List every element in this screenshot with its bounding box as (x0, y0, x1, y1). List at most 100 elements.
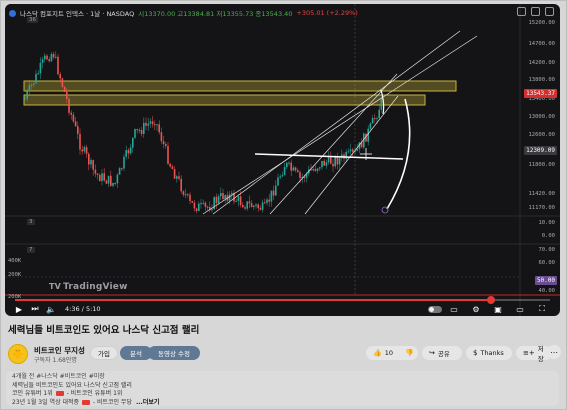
restore-pane-icon[interactable] (531, 7, 540, 16)
maximize-pane-icon[interactable] (517, 7, 526, 16)
video-player[interactable]: 나스닥 컴포지트 인덱스 · 1날 · NASDAQ 시13370.00 고13… (5, 4, 560, 316)
candle-body (99, 174, 101, 182)
candle-body (55, 56, 57, 58)
candle-body (149, 121, 152, 124)
show-more-link[interactable]: ...더보기 (136, 399, 159, 406)
ohlc-values: 시13370.00 고13384.81 저13355.73 종13543.40 (138, 10, 293, 18)
candle-body (59, 74, 61, 79)
candle-body (94, 169, 97, 174)
candle-body (154, 124, 156, 126)
volume-axis-label: 200K (8, 272, 22, 278)
close-pane-icon[interactable] (545, 7, 554, 16)
candle-body (220, 193, 222, 197)
next-icon[interactable]: ⏭ (29, 303, 41, 315)
candle-body (283, 167, 286, 176)
candle-body (193, 202, 196, 209)
rsi-axis-label: 70.00 (538, 247, 555, 253)
candle-body (96, 173, 99, 175)
thumbs-up-icon: 👍 (373, 349, 382, 357)
candle-body (380, 98, 383, 110)
candle-body (132, 137, 134, 148)
candle-body (110, 175, 112, 186)
miniplayer-icon[interactable]: ▣ (492, 303, 504, 315)
candle-body (52, 53, 55, 58)
price-axis-label: 12600.00 (528, 132, 556, 138)
candle-body (376, 118, 378, 120)
edit-video-button[interactable]: 동영상 수정 (148, 346, 200, 360)
join-button[interactable]: 가입 (90, 346, 118, 360)
channel-row: 🐥 비트코인 무지성 구독자 1.68만명 가입 분석 동영상 수정 👍 10 … (8, 343, 556, 365)
candle-body (275, 185, 277, 196)
description-box[interactable]: 4개월 전 #나스닥 #비트코인 #미장 세력님들 비트코인도 있어요 나스닥 … (6, 371, 559, 406)
candle-body (206, 206, 209, 208)
candle-body (151, 121, 154, 125)
candle-body (167, 146, 169, 164)
candle-body (198, 203, 200, 212)
candle-body (184, 194, 187, 196)
crosshair-price-tag: 12309.09 (524, 146, 557, 155)
candle-body (66, 92, 68, 99)
candle-body (24, 98, 26, 100)
candle-body (165, 144, 167, 147)
candle-body (77, 126, 79, 134)
captions-icon[interactable]: ▭ (448, 303, 460, 315)
candle-body (79, 133, 81, 150)
candle-body (178, 176, 180, 179)
candle-body (125, 150, 127, 157)
theater-icon[interactable]: ▭ (514, 303, 526, 315)
candle-body (61, 78, 64, 87)
candle-body (107, 175, 110, 184)
candle-body (255, 204, 257, 206)
candle-body (136, 128, 138, 130)
candle-body (288, 162, 290, 164)
candle-body (202, 202, 204, 204)
candle-body (242, 204, 244, 208)
candle-body (338, 158, 341, 165)
autoplay-toggle[interactable] (428, 305, 442, 313)
candle-body (176, 176, 178, 179)
candle-body (347, 151, 350, 153)
candle-body (367, 128, 369, 142)
chart-header-icons (517, 7, 554, 16)
candle-body (235, 200, 237, 202)
candle-body (134, 128, 136, 138)
more-actions-button[interactable]: ⋯ (547, 345, 561, 359)
candle-body (349, 149, 352, 152)
candle-body (83, 147, 86, 152)
candle-body (44, 55, 46, 60)
candle-body (72, 114, 75, 122)
candle-body (279, 176, 281, 178)
like-button[interactable]: 👍 10 👎 (366, 346, 418, 360)
candle-body (352, 149, 354, 152)
candle-body (143, 122, 145, 134)
progress-bar[interactable] (15, 296, 550, 304)
candle-body (195, 208, 198, 212)
candle-body (248, 201, 251, 204)
candle-body (294, 167, 297, 171)
candle-body (215, 197, 218, 204)
candle-body (316, 168, 319, 171)
candle-body (217, 196, 220, 204)
volume-icon[interactable]: 🔈 (45, 303, 57, 315)
thanks-button[interactable]: $ Thanks (466, 346, 512, 360)
candle-body (160, 132, 163, 142)
candle-body (145, 122, 147, 126)
candle-body (189, 194, 191, 202)
share-button[interactable]: ↪ 공유 (422, 346, 462, 360)
candle-body (92, 160, 94, 170)
video-title: 세력님들 비트코인도 있어요 나스닥 신고점 랠리 (8, 325, 200, 336)
candle-body (138, 129, 141, 131)
candle-body (297, 170, 299, 173)
fullscreen-icon[interactable]: ⛶ (536, 303, 548, 315)
candle-body (253, 205, 255, 208)
channel-avatar[interactable]: 🐥 (8, 344, 28, 364)
price-axis-label: 15200.00 (528, 20, 556, 26)
candle-body (28, 85, 31, 92)
candle-body (50, 53, 53, 62)
settings-icon[interactable]: ⚙ (470, 303, 482, 315)
price-axis-label: 10.00 (538, 220, 555, 226)
thumbs-down-icon[interactable]: 👎 (405, 349, 414, 357)
play-icon[interactable]: ▶ (13, 303, 25, 315)
candle-body (81, 149, 83, 152)
rsi-axis-label: 60.00 (538, 260, 555, 266)
